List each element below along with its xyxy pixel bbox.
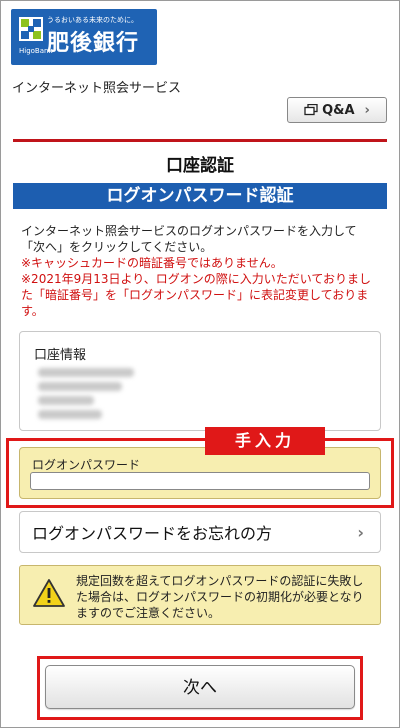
password-label: ログオンパスワード [32, 458, 141, 472]
instructions-note-2: ※2021年9月13日より、ログオンの際に入力いただいておりました「暗証番号」を… [21, 272, 372, 318]
chevron-right-icon: › [364, 102, 370, 118]
account-info-redacted [38, 368, 134, 377]
warning-box: 規定回数を超えてログオンパスワードの認証に失敗した場合は、ログオンパスワードの初… [19, 565, 381, 625]
service-name: インターネット照会サービス [12, 81, 182, 96]
next-button[interactable]: 次へ [45, 665, 355, 709]
bank-name-en: HigoBank [19, 47, 53, 55]
instructions-note-1: ※キャッシュカードの暗証番号ではありません。 [21, 256, 283, 270]
warning-text: 規定回数を超えてログオンパスワードの認証に失敗した場合は、ログオンパスワードの初… [76, 574, 364, 620]
password-input[interactable] [30, 472, 370, 490]
forgot-password-label: ログオンパスワードをお忘れの方 [32, 524, 273, 543]
header-divider [13, 139, 387, 142]
account-info-redacted [38, 410, 102, 419]
window-icon [304, 103, 318, 116]
page-frame: うるおいある未来のために。 肥後銀行 HigoBank インターネット照会サービ… [0, 0, 400, 728]
instructions: インターネット照会サービスのログオンパスワードを入力して「次へ」をクリックしてく… [21, 223, 379, 319]
page-title: 口座認証 [166, 156, 234, 176]
bank-logo[interactable]: うるおいある未来のために。 肥後銀行 HigoBank [11, 9, 157, 65]
warning-icon [33, 579, 65, 607]
qa-button[interactable]: Q&A › [287, 97, 387, 123]
account-info-redacted [38, 382, 122, 391]
account-info-redacted [38, 396, 94, 405]
bank-logo-icon [19, 17, 43, 41]
account-info-box: 口座情報 [19, 331, 381, 431]
bank-tagline: うるおいある未来のために。 [47, 16, 138, 24]
account-info-title: 口座情報 [34, 348, 87, 363]
forgot-password-link[interactable]: ログオンパスワードをお忘れの方 › [19, 511, 381, 553]
manual-input-tag: 手入力 [205, 427, 325, 455]
instructions-main: インターネット照会サービスのログオンパスワードを入力して「次へ」をクリックしてく… [21, 224, 357, 254]
password-box: ログオンパスワード [19, 447, 381, 499]
chevron-right-icon: › [357, 522, 364, 542]
bank-name: 肥後銀行 [47, 31, 140, 56]
section-title: ログオンパスワード認証 [13, 183, 387, 209]
qa-label: Q&A [322, 102, 355, 118]
